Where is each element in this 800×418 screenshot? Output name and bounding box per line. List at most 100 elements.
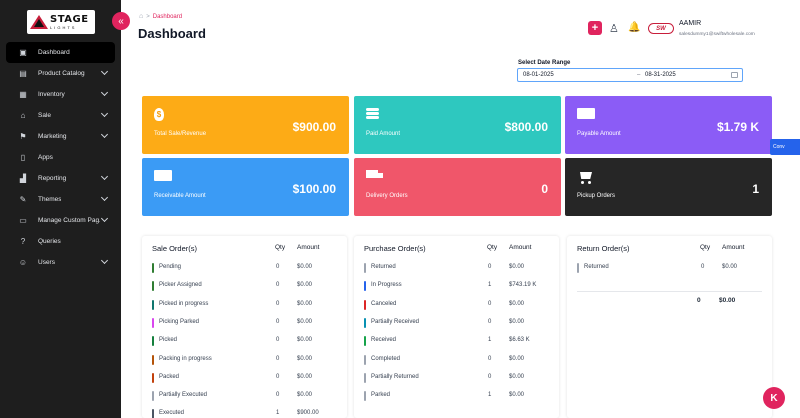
sidebar-item-themes[interactable]: ✎ Themes <box>0 189 121 210</box>
stat-card[interactable]: Payable Amount $1.79 K <box>565 96 772 154</box>
chevron-down-icon[interactable] <box>100 214 109 223</box>
brand-logo[interactable]: STAGE LIGHTS <box>27 10 95 34</box>
conversation-tab[interactable]: Conv <box>770 139 800 155</box>
notification-bell-icon[interactable]: 🔔 <box>628 22 640 33</box>
return-orders-qty-header: Qty <box>700 244 711 251</box>
row-status-label: Picked in progress <box>159 300 209 307</box>
row-qty: 0 <box>488 300 492 307</box>
sidebar-item-product-catalog[interactable]: ▤ Product Catalog <box>0 63 121 84</box>
date-start[interactable]: 08-01-2025 <box>523 72 637 78</box>
stat-card[interactable]: Paid Amount $800.00 <box>354 96 561 154</box>
inventory-icon: ▦ <box>19 90 27 99</box>
user-name[interactable]: AAMIR <box>679 20 701 27</box>
home-icon[interactable]: ⌂ <box>139 13 143 20</box>
table-row[interactable]: Received 1 $6.63 K <box>364 335 549 347</box>
table-row[interactable]: Partially Received 0 $0.00 <box>364 317 549 329</box>
row-amount: $0.00 <box>509 373 525 380</box>
marketing-icon: ⚑ <box>19 132 27 141</box>
sidebar-item-inventory[interactable]: ▦ Inventory <box>0 84 121 105</box>
table-row[interactable]: Picked 0 $0.00 <box>152 335 337 347</box>
table-row[interactable]: Packing in progress 0 $0.00 <box>152 354 337 366</box>
row-status-label: In Progress <box>371 282 402 289</box>
brush-icon: ✎ <box>19 195 27 204</box>
chevron-down-icon[interactable] <box>100 256 109 265</box>
stat-card-label: Pickup Orders <box>577 193 616 199</box>
table-row[interactable]: Picker Assigned 0 $0.00 <box>152 280 337 292</box>
stat-card[interactable]: Pickup Orders 1 <box>565 158 772 216</box>
row-amount: $0.00 <box>297 355 313 362</box>
apps-icon: ▯ <box>20 153 26 162</box>
sidebar-item-users[interactable]: ☺ Users <box>0 252 121 273</box>
date-end[interactable]: 08-31-2025 <box>645 72 725 78</box>
table-row[interactable]: Canceled 0 $0.00 <box>364 299 549 311</box>
sidebar-item-label: Marketing <box>38 133 67 140</box>
user-icon[interactable]: ♙ <box>609 22 619 35</box>
row-qty: 0 <box>276 337 280 344</box>
table-row[interactable]: Picked in progress 0 $0.00 <box>152 299 337 311</box>
sidebar-item-apps[interactable]: ▯ Apps <box>0 147 121 168</box>
purchase-orders-amount-header: Amount <box>509 244 532 251</box>
sidebar-item-label: Queries <box>38 238 61 245</box>
sidebar-item-sale[interactable]: ⌂ Sale <box>0 105 121 126</box>
table-row[interactable]: Picking Parked 0 $0.00 <box>152 317 337 329</box>
row-amount: $900.00 <box>297 410 319 417</box>
return-orders-total: 0 $0.00 <box>577 291 762 305</box>
table-row[interactable]: Returned 0 $0.00 <box>364 262 549 274</box>
stat-card-label: Total Sale/Revenue <box>154 131 207 137</box>
stat-card-value: 1 <box>752 182 759 196</box>
stat-card-value: $900.00 <box>292 120 336 134</box>
table-row[interactable]: In Progress 1 $743.19 K <box>364 280 549 292</box>
sidebar-item-marketing[interactable]: ⚑ Marketing <box>0 126 121 147</box>
logo-sub-text: LIGHTS <box>50 24 77 30</box>
sale-orders-amount-header: Amount <box>297 244 320 251</box>
chevron-down-icon[interactable] <box>100 172 109 181</box>
status-color-bar <box>364 263 366 273</box>
chevron-down-icon[interactable] <box>100 67 109 76</box>
calendar-icon[interactable] <box>731 72 738 78</box>
chat-widget-button[interactable]: K <box>763 387 785 409</box>
add-button[interactable]: + <box>588 21 602 35</box>
status-color-bar <box>364 372 366 383</box>
row-status-label: Partially Executed <box>159 392 208 399</box>
sale-icon: ⌂ <box>20 111 26 120</box>
status-color-bar <box>152 372 154 383</box>
table-row[interactable]: Returned 0 $0.00 <box>577 262 762 274</box>
status-color-bar <box>364 299 366 310</box>
table-row[interactable]: Executed 1 $900.00 <box>152 408 337 418</box>
chevron-down-icon[interactable] <box>100 193 109 202</box>
sale-orders-panel: Sale Order(s) Qty Amount Pending 0 $0.00 Pi… <box>142 236 347 418</box>
row-qty: 0 <box>276 264 280 270</box>
chevron-down-icon[interactable] <box>100 109 109 118</box>
row-amount: $0.00 <box>297 392 313 399</box>
chevron-down-icon[interactable] <box>100 88 109 97</box>
stat-card[interactable]: Delivery Orders 0 <box>354 158 561 216</box>
return-total-qty: 0 <box>697 297 701 304</box>
status-color-bar <box>152 263 154 273</box>
stat-card[interactable]: Receivable Amount $100.00 <box>142 158 349 216</box>
row-amount: $0.00 <box>509 355 525 362</box>
row-status-label: Received <box>371 337 397 344</box>
row-amount: $0.00 <box>297 264 313 270</box>
row-status-label: Picker Assigned <box>159 282 202 289</box>
chevron-down-icon[interactable] <box>100 130 109 139</box>
breadcrumb-current[interactable]: Dashboard <box>153 14 182 20</box>
stat-card[interactable]: $ Total Sale/Revenue $900.00 <box>142 96 349 154</box>
sidebar-item-dashboard[interactable]: ▣ Dashboard <box>6 42 115 63</box>
collapse-sidebar-button[interactable]: « <box>112 12 130 30</box>
table-row[interactable]: Partially Executed 0 $0.00 <box>152 390 337 402</box>
sidebar-item-queries[interactable]: ? Queries <box>0 231 121 252</box>
catalog-icon: ▤ <box>19 69 27 78</box>
stat-card-value: $100.00 <box>292 182 336 196</box>
table-row[interactable]: Parked 1 $0.00 <box>364 390 549 402</box>
grid-icon: ▣ <box>19 48 27 57</box>
company-badge[interactable]: SW <box>648 23 674 34</box>
sidebar-item-reporting[interactable]: ▟ Reporting <box>0 168 121 189</box>
table-row[interactable]: Pending 0 $0.00 <box>152 262 337 274</box>
sidebar-item-manage-custom-pag[interactable]: ▭ Manage Custom Pag... <box>0 210 121 231</box>
table-row[interactable]: Packed 0 $0.00 <box>152 372 337 384</box>
date-range-input[interactable]: 08-01-2025 – 08-31-2025 <box>517 68 743 82</box>
status-color-bar <box>364 336 366 347</box>
table-row[interactable]: Partially Returned 0 $0.00 <box>364 372 549 384</box>
sidebar: STAGE LIGHTS ▣ Dashboard ▤ Product Catalog ▦… <box>0 0 121 418</box>
table-row[interactable]: Completed 0 $0.00 <box>364 354 549 366</box>
